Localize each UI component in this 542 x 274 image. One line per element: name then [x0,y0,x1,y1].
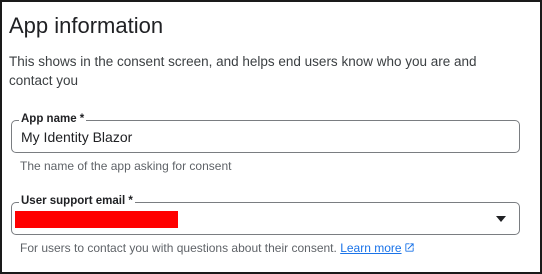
user-support-email-label: User support email * [19,194,135,208]
user-support-email-select[interactable]: User support email * [11,194,520,235]
user-support-email-helper: For users to contact you with questions … [20,241,415,255]
support-email-helper-text: For users to contact you with questions … [20,241,337,255]
section-description: This shows in the consent screen, and he… [9,54,477,88]
open-in-new-icon [404,243,414,252]
app-information-panel: App information This shows in the consen… [0,0,542,274]
app-name-field[interactable]: App name * My Identity Blazor [11,112,520,153]
learn-more-label: Learn more [340,241,402,255]
app-name-helper: The name of the app asking for consent [20,159,232,173]
learn-more-link[interactable]: Learn more [340,241,414,255]
redacted-email-value [15,211,178,228]
app-name-input[interactable]: My Identity Blazor [21,129,132,145]
app-name-label: App name * [19,112,87,126]
section-title: App information [9,13,164,38]
arrow-drop-down-icon[interactable] [496,216,506,222]
